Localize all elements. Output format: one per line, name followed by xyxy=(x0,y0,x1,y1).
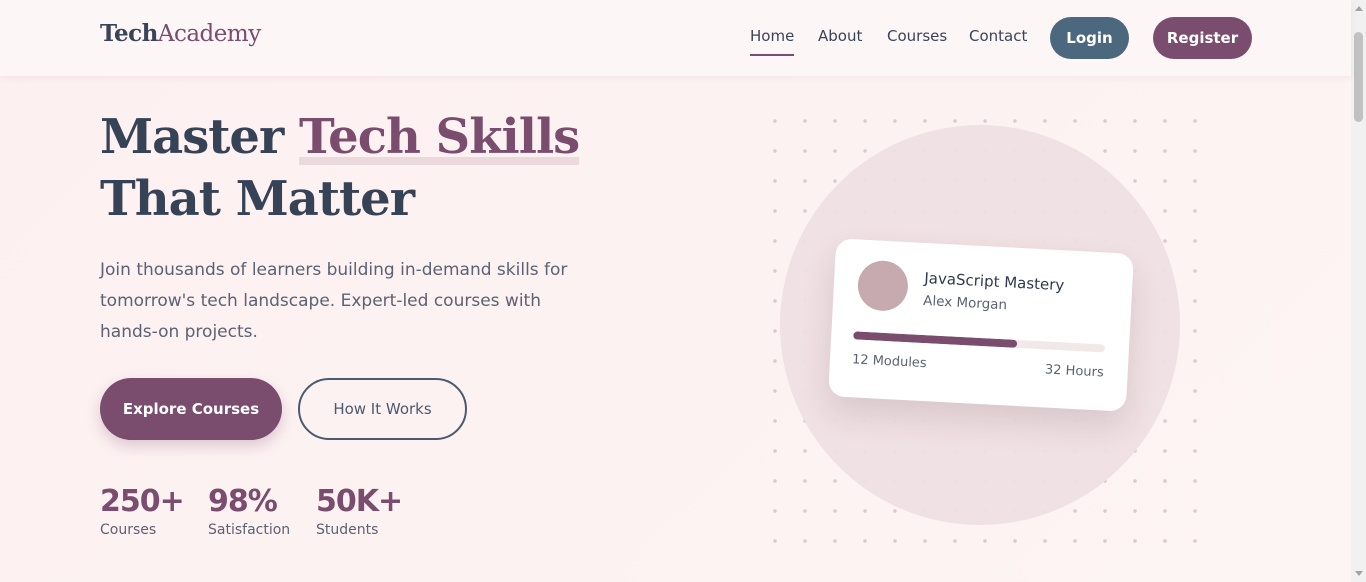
course-modules: 12 Modules xyxy=(851,352,928,372)
course-title: JavaScript Mastery xyxy=(923,268,1065,295)
scroll-down-arrow-icon[interactable] xyxy=(1355,571,1363,576)
nav-link-courses[interactable]: Courses xyxy=(887,26,947,46)
course-hours: 32 Hours xyxy=(1044,362,1105,381)
scrollbar-thumb[interactable] xyxy=(1354,32,1363,122)
hero-subtitle: Join thousands of learners building in-d… xyxy=(100,260,568,342)
hero-title: Master Tech Skills That Matter xyxy=(100,106,700,230)
stat-satisfaction: 98% Satisfaction xyxy=(208,484,290,540)
stat-value: 250+ xyxy=(100,484,185,519)
login-button[interactable]: Login xyxy=(1050,17,1129,59)
hero-title-part1: Master xyxy=(100,109,299,165)
logo-text-primary: Tech xyxy=(100,20,158,47)
nav-link-home[interactable]: Home xyxy=(750,26,795,56)
logo-text-accent: Academy xyxy=(157,21,261,47)
scroll-up-arrow-icon[interactable] xyxy=(1355,6,1363,11)
register-button[interactable]: Register xyxy=(1153,17,1252,59)
stat-label: Courses xyxy=(100,522,157,538)
stat-label: Satisfaction xyxy=(208,522,291,538)
page-scrollbar[interactable] xyxy=(1351,0,1366,582)
hero-title-part2: That Matter xyxy=(100,171,415,227)
course-progress-track xyxy=(853,331,1106,353)
stat-label: Students xyxy=(316,522,379,538)
site-header: TechAcademy Home About Courses Contact L… xyxy=(0,0,1351,76)
how-it-works-button[interactable]: How It Works xyxy=(298,378,467,440)
explore-courses-button[interactable]: Explore Courses xyxy=(100,378,282,440)
nav-link-contact[interactable]: Contact xyxy=(969,26,1027,46)
course-progress-fill xyxy=(853,331,1018,348)
nav-link-about[interactable]: About xyxy=(818,26,862,46)
course-author: Alex Morgan xyxy=(922,292,1008,314)
stat-value: 50K+ xyxy=(316,484,403,519)
hero-title-highlight: Tech Skills xyxy=(298,109,580,165)
stat-value: 98% xyxy=(208,484,278,519)
site-logo[interactable]: TechAcademy xyxy=(100,20,261,47)
stat-courses: 250+ Courses xyxy=(100,484,185,540)
instructor-avatar xyxy=(856,259,910,313)
stat-students: 50K+ Students xyxy=(316,484,403,540)
course-preview-card[interactable]: JavaScript Mastery Alex Morgan 12 Module… xyxy=(828,238,1134,412)
